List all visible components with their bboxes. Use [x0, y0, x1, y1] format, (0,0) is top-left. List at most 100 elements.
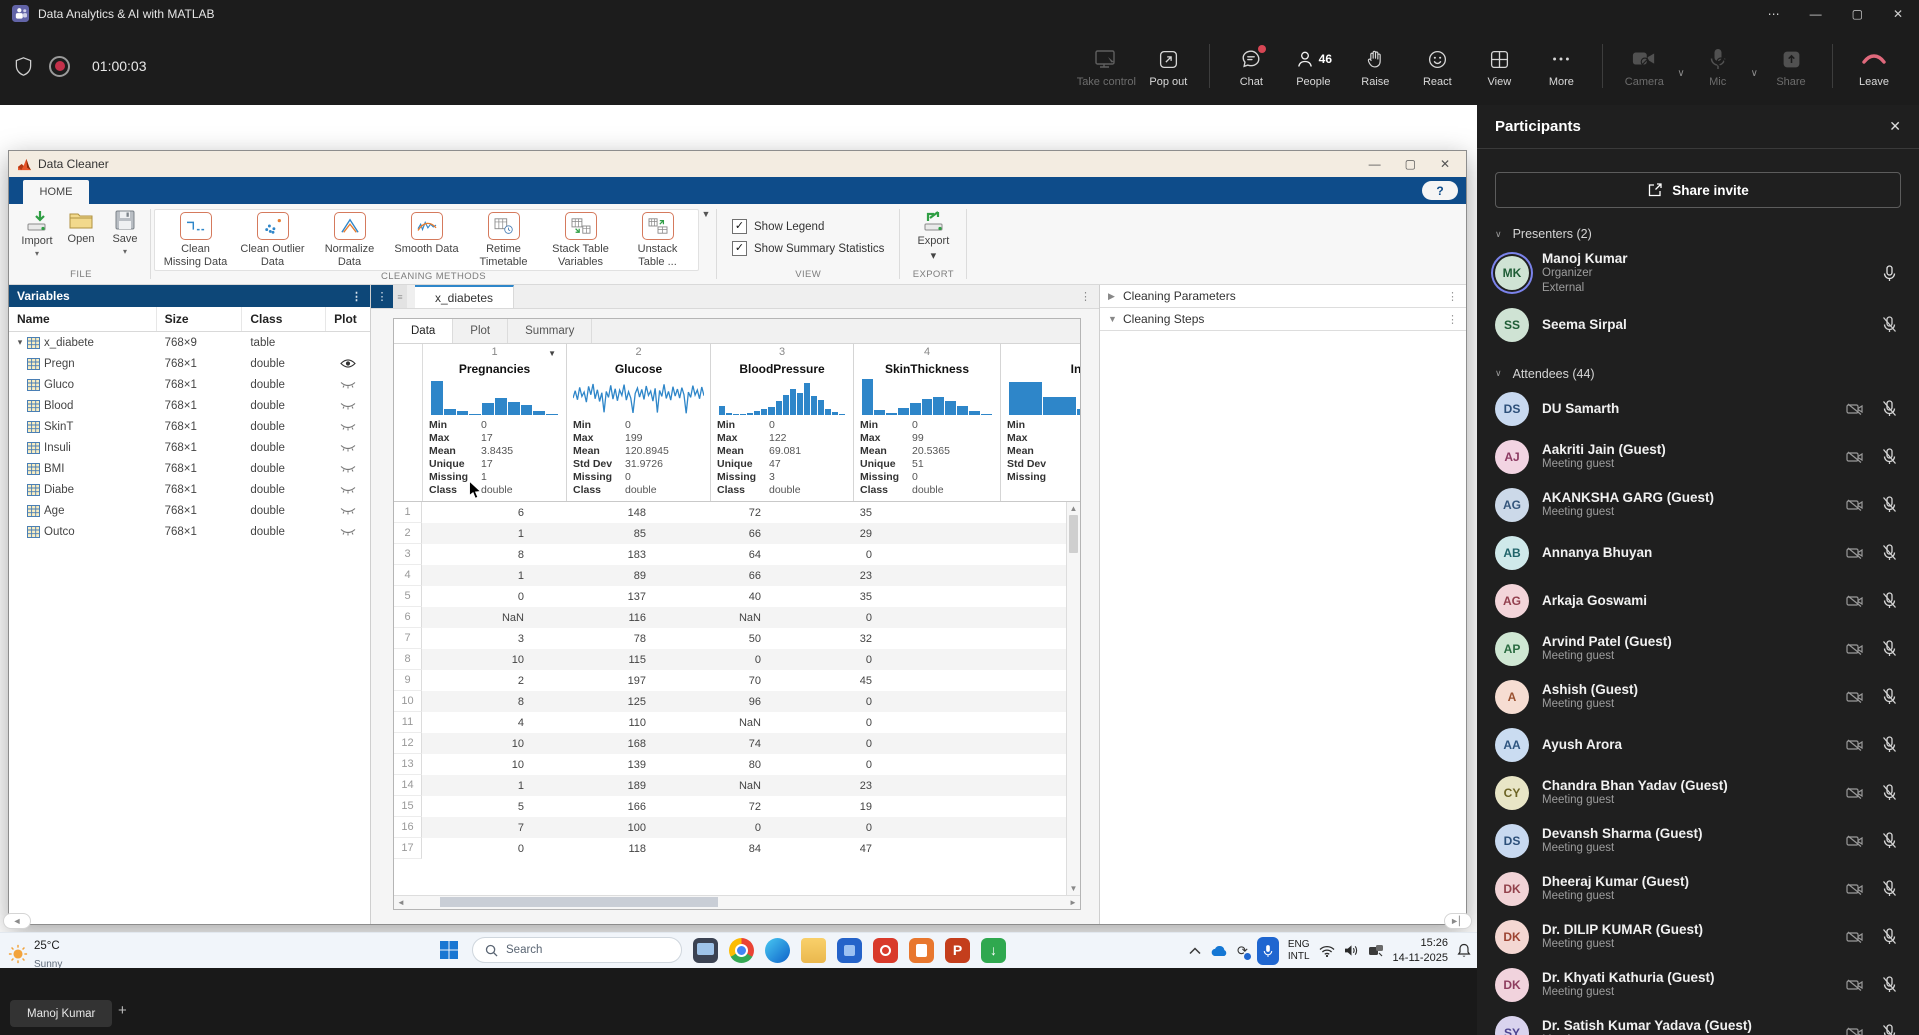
table-row[interactable]: 2 1 85 66 29 [394, 523, 1066, 544]
variable-row[interactable]: ▾ Pregn 768×1 double [9, 353, 370, 374]
open-button[interactable]: Open [59, 209, 103, 245]
column-header-plot[interactable]: Plot [326, 307, 370, 331]
panel-handle-icon[interactable]: ≡ [393, 285, 407, 308]
save-dropdown-icon[interactable]: ▾ [123, 247, 127, 256]
sync-icon[interactable]: ⟳ [1237, 943, 1251, 960]
cleaning-method-button[interactable]: Unstack Table ... [619, 212, 696, 268]
shield-icon[interactable] [14, 56, 33, 77]
scroll-left-hint-icon[interactable]: ◄ [3, 913, 31, 929]
column-header-class[interactable]: Class [242, 307, 327, 331]
import-button[interactable]: Import ▾ [15, 209, 59, 258]
variable-row[interactable]: ▾ Outco 768×1 double [9, 521, 370, 542]
close-icon[interactable]: ✕ [1440, 157, 1450, 171]
language-indicator[interactable]: ENG INTL [1288, 939, 1310, 962]
sort-dropdown-icon[interactable]: ▼ [548, 349, 556, 358]
table-row[interactable]: 8 10 115 0 0 [394, 649, 1066, 670]
horizontal-scroll-track[interactable] [408, 896, 1066, 909]
attendee-row[interactable]: AG Arkaja Goswami [1495, 577, 1901, 625]
wifi-icon[interactable] [1319, 945, 1335, 957]
export-dropdown-icon[interactable]: ▾ [931, 249, 937, 262]
variables-menu-icon[interactable]: ⋮ [351, 290, 362, 303]
scroll-left-icon[interactable]: ◄ [394, 898, 408, 907]
horizontal-scroll-thumb[interactable] [440, 897, 718, 907]
panel-menu-icon[interactable]: ⋮ [1447, 313, 1458, 326]
variable-row[interactable]: ▾ x_diabete 768×9 table [9, 332, 370, 353]
table-row[interactable]: 1 6 148 72 35 [394, 502, 1066, 523]
chat-button[interactable]: Chat [1220, 44, 1282, 88]
show-legend-checkbox[interactable]: ✓ Show Legend [732, 219, 884, 234]
variable-row[interactable]: ▾ Diabe 768×1 double [9, 479, 370, 500]
eye-closed-icon[interactable] [340, 442, 356, 453]
panel-menu-icon[interactable]: ⋮ [371, 285, 393, 308]
column-header-name[interactable]: Name [9, 307, 157, 331]
vertical-scrollbar[interactable]: ▲ ▼ [1066, 502, 1080, 895]
table-row[interactable]: 7 3 78 50 32 [394, 628, 1066, 649]
monitor-app-icon[interactable] [693, 937, 718, 963]
tab-x-diabetes[interactable]: x_diabetes [415, 285, 515, 308]
document-menu-icon[interactable]: ⋮ [1080, 285, 1099, 308]
eye-open-icon[interactable] [340, 358, 356, 369]
close-panel-icon[interactable]: ✕ [1889, 118, 1901, 135]
export-button[interactable]: Export ▾ [903, 209, 963, 262]
attendees-section-header[interactable]: ∨ Attendees (44) [1495, 367, 1901, 381]
edge-icon[interactable] [765, 937, 790, 963]
tab-data[interactable]: Data [394, 319, 454, 343]
variable-plot-cell[interactable] [326, 526, 370, 537]
eye-closed-icon[interactable] [340, 505, 356, 516]
table-row[interactable]: 10 8 125 96 0 [394, 691, 1066, 712]
variable-plot-cell[interactable] [326, 442, 370, 453]
attendee-row[interactable]: DK Dheeraj Kumar (Guest) Meeting guest [1495, 865, 1901, 913]
eye-closed-icon[interactable] [340, 526, 356, 537]
workspace-tab[interactable]: Manoj Kumar [10, 1000, 113, 1027]
volume-icon[interactable] [1344, 944, 1359, 957]
attendee-row[interactable]: DK Dr. Khyati Kathuria (Guest) Meeting g… [1495, 961, 1901, 1009]
table-row[interactable]: 17 0 118 84 47 [394, 838, 1066, 859]
attendee-row[interactable]: AA Ayush Arora [1495, 721, 1901, 769]
panel-menu-icon[interactable]: ⋮ [1447, 290, 1458, 303]
more-window-icon[interactable]: ⋯ [1768, 7, 1780, 21]
variable-plot-cell[interactable] [326, 484, 370, 495]
minimize-icon[interactable]: — [1810, 7, 1822, 21]
horizontal-scrollbar[interactable]: ◄ ► [394, 895, 1080, 909]
voice-typing-mic-icon[interactable] [1256, 936, 1279, 965]
variable-plot-cell[interactable] [326, 505, 370, 516]
attendee-row[interactable]: AP Arvind Patel (Guest) Meeting guest [1495, 625, 1901, 673]
tree-expand-icon[interactable]: ▾ [13, 337, 27, 348]
table-row[interactable]: 12 10 168 74 0 [394, 733, 1066, 754]
notification-bell-icon[interactable] [1457, 943, 1471, 958]
variable-plot-cell[interactable] [326, 379, 370, 390]
variable-row[interactable]: ▾ Gluco 768×1 double [9, 374, 370, 395]
collapsed-caret-icon[interactable]: ▶ [1108, 291, 1116, 302]
methods-overflow-icon[interactable]: ▼ [699, 209, 713, 223]
weather-widget[interactable]: 25°C Sunny [8, 936, 62, 972]
onedrive-cloud-icon[interactable] [1210, 945, 1228, 957]
downloads-icon[interactable]: ↓ [981, 937, 1006, 963]
variable-row[interactable]: ▾ Age 768×1 double [9, 500, 370, 521]
attendee-row[interactable]: AG AKANKSHA GARG (Guest) Meeting guest [1495, 481, 1901, 529]
attendee-row[interactable]: DS Devansh Sharma (Guest) Meeting guest [1495, 817, 1901, 865]
presenters-section-header[interactable]: ∨ Presenters (2) [1495, 227, 1901, 241]
table-column-header[interactable]: 2▼ Glucose Min0Max199Mean120.8945Std Dev… [567, 344, 711, 501]
save-button[interactable]: Save ▾ [103, 209, 147, 256]
show-summary-statistics-checkbox[interactable]: ✓ Show Summary Statistics [732, 241, 884, 256]
add-tab-button[interactable]: + [118, 1002, 127, 1019]
attendee-row[interactable]: AB Annanya Bhuyan [1495, 529, 1901, 577]
tab-plot[interactable]: Plot [453, 319, 509, 343]
chrome-icon[interactable] [729, 937, 754, 963]
blue-app-icon[interactable] [837, 937, 862, 963]
teams-tray-icon[interactable] [1368, 944, 1384, 958]
clock[interactable]: 15:26 14-11-2025 [1393, 936, 1448, 965]
variable-plot-cell[interactable] [326, 358, 370, 369]
tab-summary[interactable]: Summary [508, 319, 593, 343]
cleaning-parameters-header[interactable]: ▶ Cleaning Parameters ⋮ [1100, 285, 1466, 308]
attendee-row[interactable]: SY Dr. Satish Kumar Yadava (Guest) Meeti… [1495, 1009, 1901, 1035]
presenter-row[interactable]: MK Manoj Kumar Organizer External [1495, 245, 1901, 302]
attendee-row[interactable]: AJ Aakriti Jain (Guest) Meeting guest [1495, 433, 1901, 481]
maximize-icon[interactable]: ▢ [1405, 157, 1416, 171]
eye-closed-icon[interactable] [340, 379, 356, 390]
table-row[interactable]: 11 4 110 NaN 0 [394, 712, 1066, 733]
maximize-icon[interactable]: ▢ [1852, 7, 1863, 21]
eye-closed-icon[interactable] [340, 400, 356, 411]
table-row[interactable]: 5 0 137 40 35 [394, 586, 1066, 607]
cleaning-method-button[interactable]: Smooth Data [388, 212, 465, 268]
